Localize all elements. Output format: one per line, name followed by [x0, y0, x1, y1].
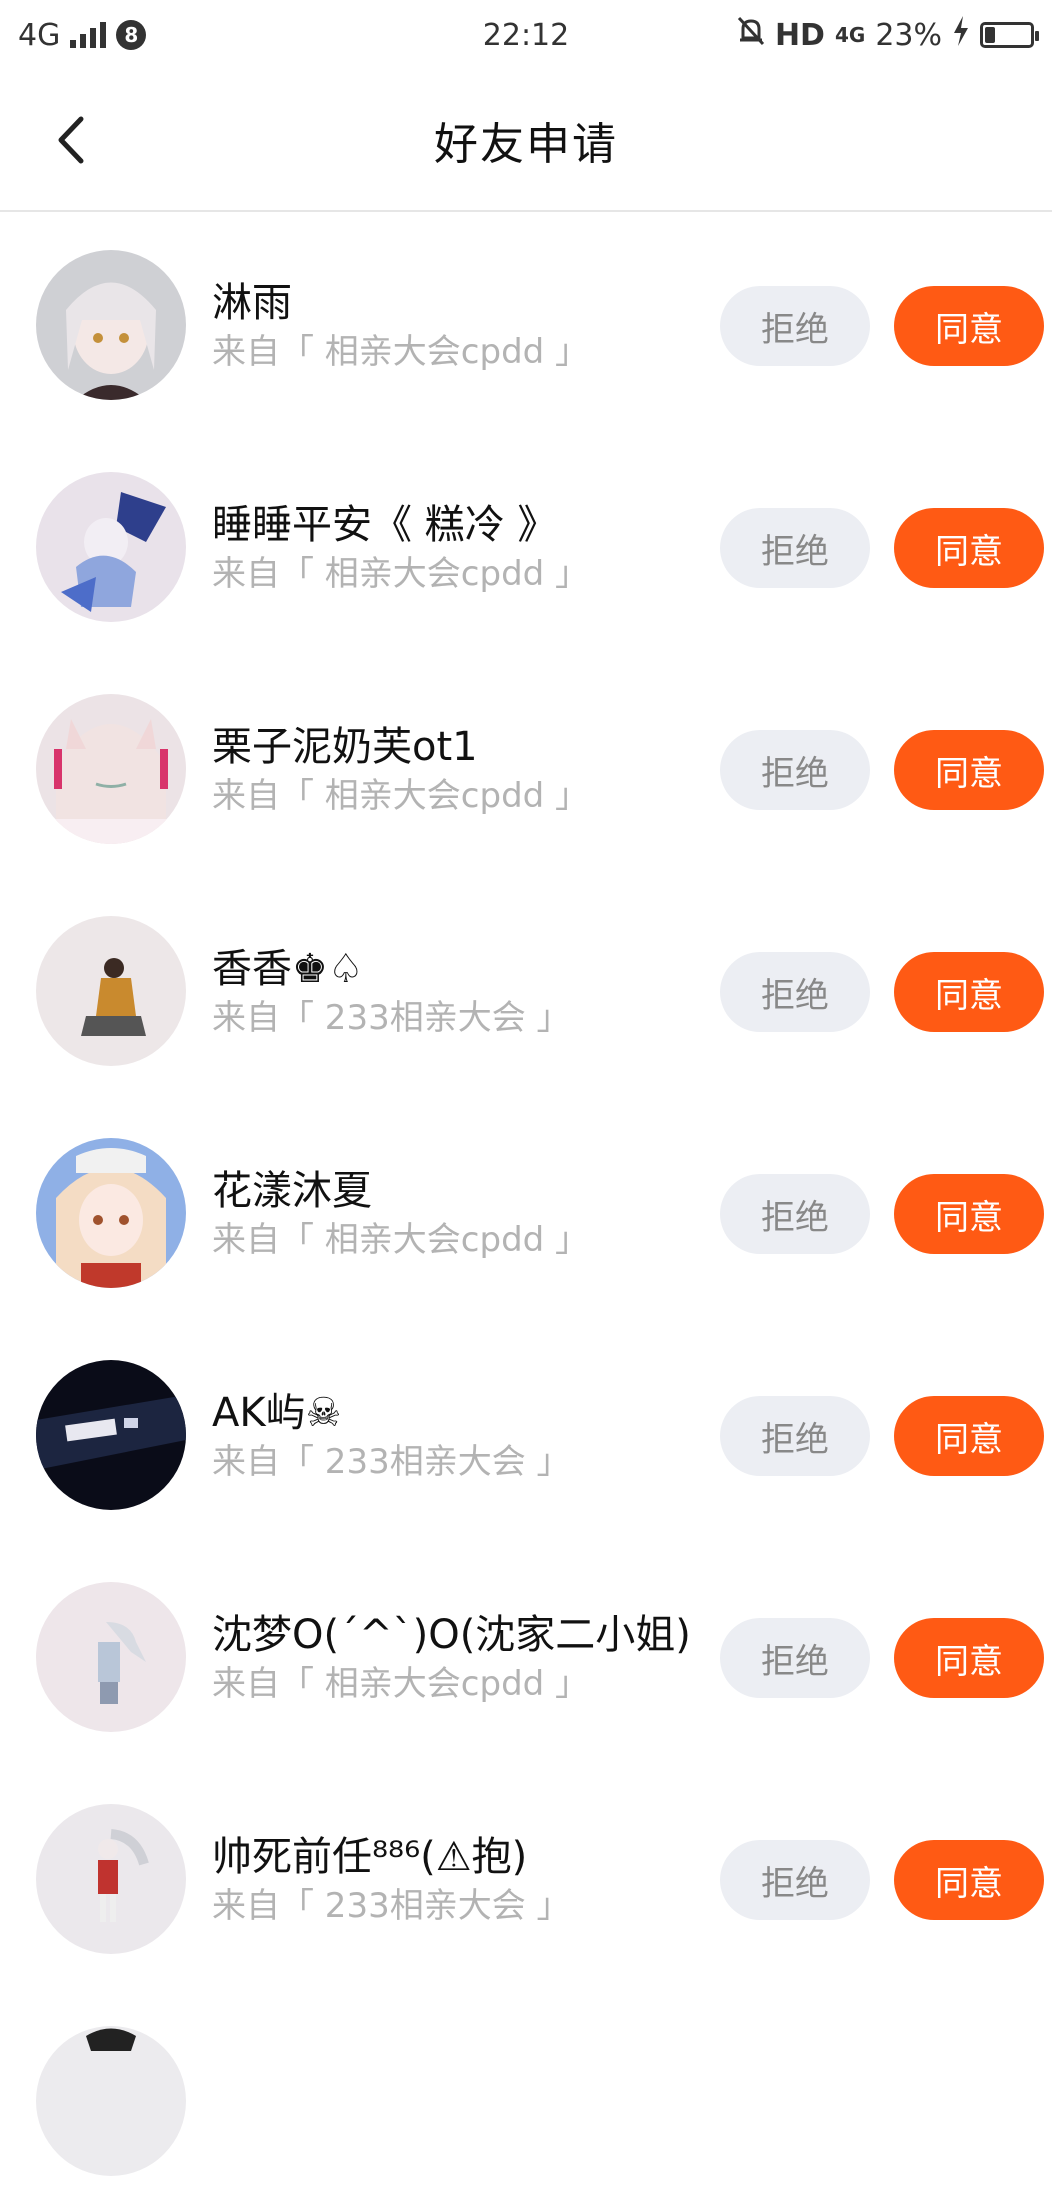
- request-source: 来自「 相亲大会cpdd 」: [212, 776, 590, 816]
- list-item: 沈梦O(´^`)O(沈家二小姐) 来自「 相亲大会cpdd 」 拒绝 同意: [0, 1544, 1052, 1766]
- reject-button[interactable]: 拒绝: [720, 730, 870, 810]
- avatar[interactable]: [36, 694, 186, 844]
- status-left: 4G 8: [18, 17, 147, 53]
- status-bar: 4G 8 22:12 HD 4G 23%: [0, 0, 1052, 70]
- avatar[interactable]: [36, 250, 186, 400]
- accept-button[interactable]: 同意: [894, 1618, 1044, 1698]
- list-item-partial: [0, 1988, 1052, 2210]
- accept-button[interactable]: 同意: [894, 1174, 1044, 1254]
- requester-name: 淋雨: [212, 280, 292, 326]
- accept-button[interactable]: 同意: [894, 508, 1044, 588]
- list-item: 花漾沐夏 来自「 相亲大会cpdd 」 拒绝 同意: [0, 1100, 1052, 1322]
- avatar[interactable]: [36, 1582, 186, 1732]
- list-item: 帅死前任⁸⁸⁶(⚠抱) 来自「 233相亲大会 」 拒绝 同意: [0, 1766, 1052, 1988]
- notification-count-badge: 8: [116, 20, 147, 50]
- requester-name: 花漾沐夏: [212, 1168, 372, 1214]
- requester-name: 睡睡平安《 糕冷 》: [212, 502, 558, 548]
- requester-name: 栗子泥奶芙ot1: [212, 724, 478, 770]
- battery-percent: 23%: [875, 17, 942, 53]
- accept-button[interactable]: 同意: [894, 1396, 1044, 1476]
- accept-button[interactable]: 同意: [894, 1840, 1044, 1920]
- list-item: AK屿☠ 来自「 233相亲大会 」 拒绝 同意: [0, 1322, 1052, 1544]
- request-source: 来自「 相亲大会cpdd 」: [212, 1220, 590, 1260]
- hd-indicator: HD: [774, 17, 825, 53]
- request-source: 来自「 233相亲大会 」: [212, 1442, 571, 1482]
- accept-button[interactable]: 同意: [894, 952, 1044, 1032]
- avatar[interactable]: [36, 1138, 186, 1288]
- reject-button[interactable]: 拒绝: [720, 1840, 870, 1920]
- reject-button[interactable]: 拒绝: [720, 952, 870, 1032]
- list-item: 香香♚♤ 来自「 233相亲大会 」 拒绝 同意: [0, 878, 1052, 1100]
- friend-request-list: 淋雨 来自「 相亲大会cpdd 」 拒绝 同意 睡睡平安《 糕冷 》 来自「 相…: [0, 212, 1052, 2210]
- avatar[interactable]: [36, 472, 186, 622]
- charging-icon: [952, 16, 970, 54]
- request-source: 来自「 相亲大会cpdd 」: [212, 554, 590, 594]
- avatar[interactable]: [36, 1360, 186, 1510]
- request-source: 来自「 相亲大会cpdd 」: [212, 332, 590, 372]
- requester-name: 香香♚♤: [212, 946, 364, 992]
- list-item: 栗子泥奶芙ot1 来自「 相亲大会cpdd 」 拒绝 同意: [0, 656, 1052, 878]
- nav-header: 好友申请: [0, 70, 1052, 212]
- request-source: 来自「 233相亲大会 」: [212, 1886, 571, 1926]
- request-source: 来自「 相亲大会cpdd 」: [212, 1664, 590, 1704]
- list-item: 淋雨 来自「 相亲大会cpdd 」 拒绝 同意: [0, 212, 1052, 434]
- avatar[interactable]: [36, 2026, 186, 2176]
- requester-name: AK屿☠: [212, 1390, 342, 1436]
- page-title: 好友申请: [434, 119, 618, 170]
- reject-button[interactable]: 拒绝: [720, 1618, 870, 1698]
- reject-button[interactable]: 拒绝: [720, 508, 870, 588]
- mute-bell-icon: [737, 16, 765, 54]
- data-type: 4G: [834, 23, 866, 47]
- reject-button[interactable]: 拒绝: [720, 1396, 870, 1476]
- requester-name: 沈梦O(´^`)O(沈家二小姐): [212, 1612, 691, 1658]
- accept-button[interactable]: 同意: [894, 730, 1044, 810]
- signal-icon: [70, 22, 107, 48]
- reject-button[interactable]: 拒绝: [720, 286, 870, 366]
- status-right: HD 4G 23%: [737, 16, 1039, 54]
- request-source: 来自「 233相亲大会 」: [212, 998, 571, 1038]
- accept-button[interactable]: 同意: [894, 286, 1044, 366]
- battery-icon: [980, 22, 1039, 48]
- requester-name: 帅死前任⁸⁸⁶(⚠抱): [212, 1834, 528, 1880]
- reject-button[interactable]: 拒绝: [720, 1174, 870, 1254]
- network-type: 4G: [18, 17, 61, 53]
- avatar[interactable]: [36, 1804, 186, 1954]
- avatar[interactable]: [36, 916, 186, 1066]
- list-item: 睡睡平安《 糕冷 》 来自「 相亲大会cpdd 」 拒绝 同意: [0, 434, 1052, 656]
